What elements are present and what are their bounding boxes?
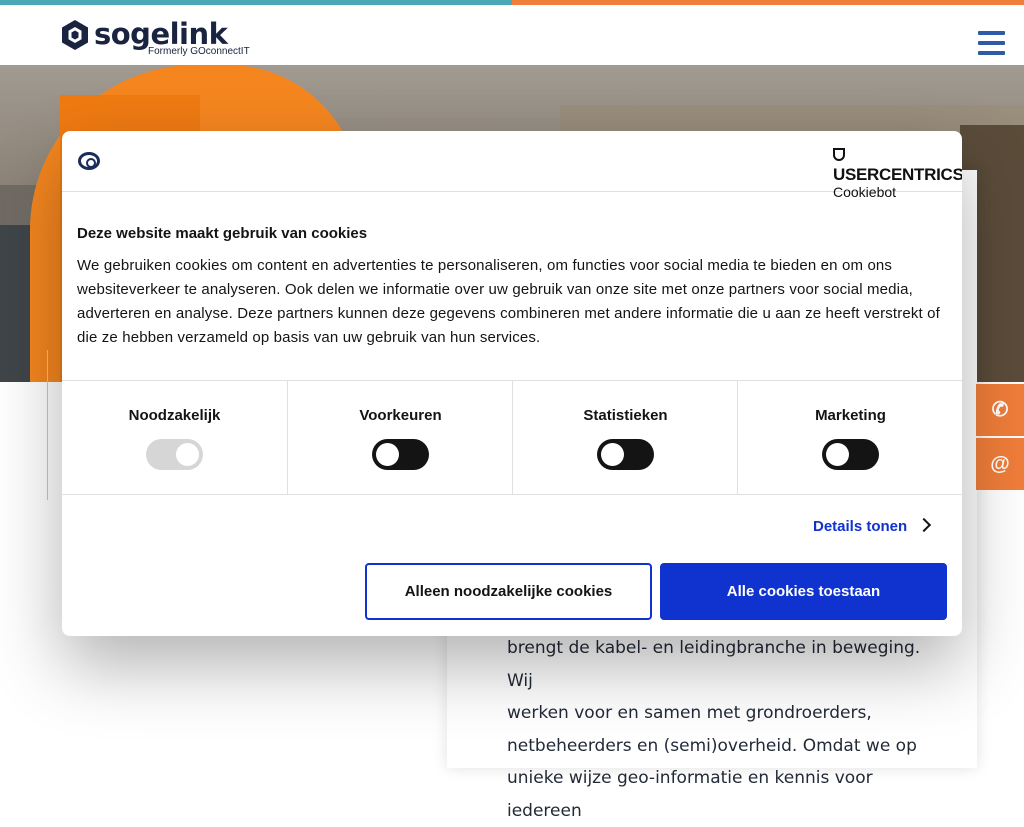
category-label: Noodzakelijk xyxy=(128,407,221,424)
show-details-label: Details tonen xyxy=(813,518,908,535)
sogelink-logo[interactable]: sogelink Formerly GOconnectIT xyxy=(60,17,280,63)
intro-line: brengt de kabel- en leidingbranche in be… xyxy=(507,638,921,691)
intro-line: werken voor en samen met grondroerders, xyxy=(507,703,872,723)
category-label: Statistieken xyxy=(583,407,668,424)
cookie-dialog-header: USERCENTRICS Cookiebot xyxy=(62,131,962,200)
category-preferences: Voorkeuren xyxy=(287,381,513,494)
shield-icon xyxy=(833,148,845,161)
category-marketing: Marketing xyxy=(737,381,962,494)
cookie-consent-dialog: USERCENTRICS Cookiebot Deze website maak… xyxy=(62,131,962,636)
intro-line: unieke wijze geo-informatie en kennis vo… xyxy=(507,768,873,821)
email-icon: @ xyxy=(990,453,1010,475)
phone-button[interactable]: ✆ xyxy=(976,384,1024,436)
preferences-toggle[interactable] xyxy=(372,439,429,470)
necessary-toggle xyxy=(146,439,203,470)
intro-text: brengt de kabel- en leidingbranche in be… xyxy=(507,632,947,827)
hamburger-menu-icon[interactable] xyxy=(978,31,1005,57)
chevron-right-icon xyxy=(917,517,932,533)
cookie-dialog-title: Deze website maakt gebruik van cookies xyxy=(77,225,368,242)
logo-tagline: Formerly GOconnectIT xyxy=(148,46,250,57)
cookie-dialog-body: We gebruiken cookies om content en adver… xyxy=(77,257,940,346)
category-label: Marketing xyxy=(815,407,886,424)
necessary-only-button[interactable]: Alleen noodzakelijke cookies xyxy=(365,563,652,620)
usercentrics-brand: USERCENTRICS xyxy=(833,165,962,184)
cookie-categories: Noodzakelijk Voorkeuren Statistieken Mar… xyxy=(62,380,962,495)
allow-all-button[interactable]: Alle cookies toestaan xyxy=(660,563,947,620)
category-necessary: Noodzakelijk xyxy=(62,381,287,494)
email-button[interactable]: @ xyxy=(976,438,1024,490)
statistics-toggle[interactable] xyxy=(597,439,654,470)
divider-line xyxy=(47,350,48,500)
phone-icon: ✆ xyxy=(991,399,1009,421)
usercentrics-logo[interactable]: USERCENTRICS Cookiebot xyxy=(833,145,962,200)
site-header: sogelink Formerly GOconnectIT xyxy=(0,5,1024,65)
show-details-link[interactable]: Details tonen xyxy=(813,517,932,535)
marketing-toggle[interactable] xyxy=(822,439,879,470)
site-logo-icon xyxy=(78,152,100,170)
cookiebot-label: Cookiebot xyxy=(833,184,897,200)
sogelink-hex-icon xyxy=(62,20,88,50)
category-statistics: Statistieken xyxy=(512,381,738,494)
category-label: Voorkeuren xyxy=(359,407,442,424)
intro-line: netbeheerders en (semi)overheid. Omdat w… xyxy=(507,735,917,756)
